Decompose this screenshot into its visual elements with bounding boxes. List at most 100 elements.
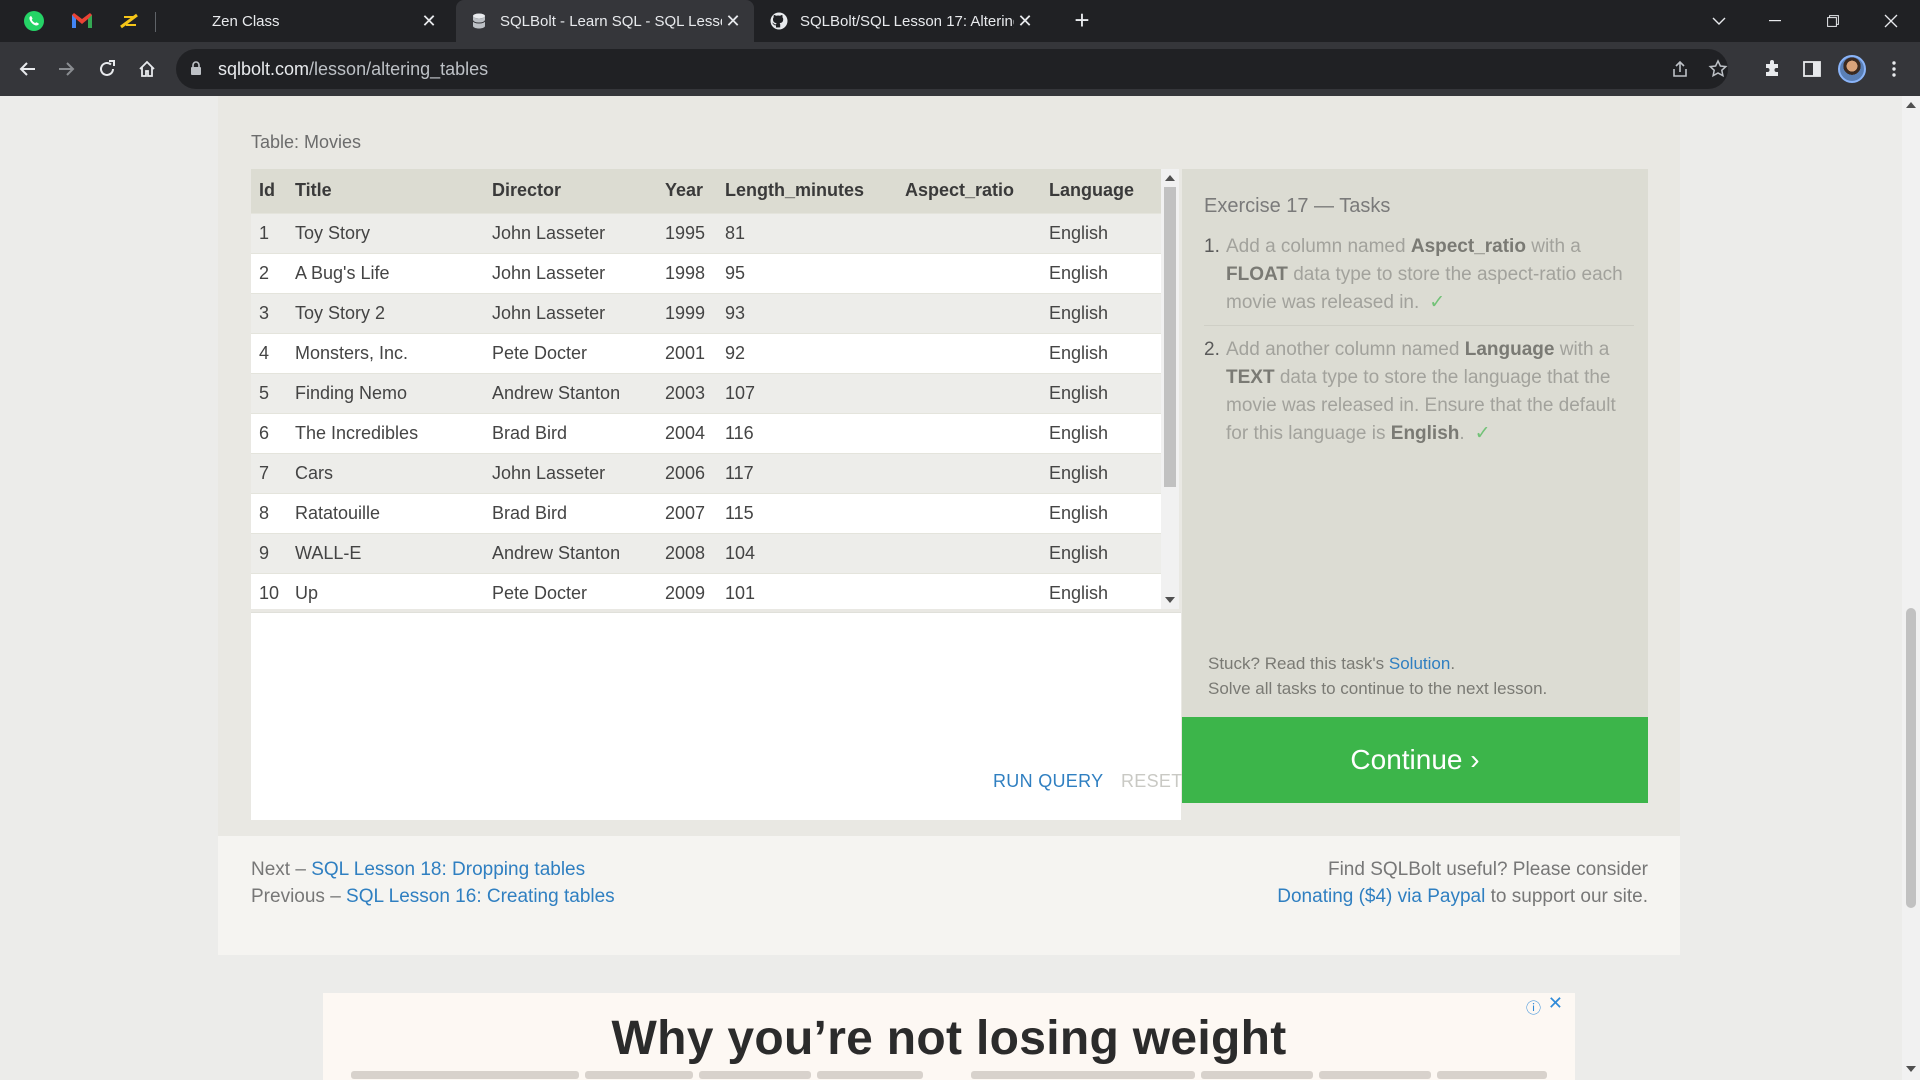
results-scrollbar[interactable] xyxy=(1161,169,1179,609)
tab-title: Zen Class xyxy=(212,12,280,30)
tab-zen-class[interactable]: Zen Class ✕ xyxy=(168,0,450,42)
address-bar[interactable]: sqlbolt.com/lesson/altering_tables xyxy=(176,49,1728,89)
home-button[interactable] xyxy=(132,54,162,84)
advertisement-banner[interactable]: Why you’re not losing weight ⓘ ✕ xyxy=(323,993,1575,1080)
table-cell: Brad Bird xyxy=(484,412,657,453)
table-cell: Pete Docter xyxy=(484,572,657,609)
tab-search-chevron-icon[interactable] xyxy=(1696,0,1742,42)
scroll-up-arrow-icon[interactable] xyxy=(1165,175,1175,181)
column-header: Language xyxy=(1041,169,1161,213)
table-cell: 2004 xyxy=(657,412,717,453)
table-cell: Cars xyxy=(287,452,484,493)
table-row: 8 Ratatouille Brad Bird 2007 115 English xyxy=(251,492,1161,533)
ad-decoration xyxy=(971,1071,1195,1079)
gmail-pinned-tab[interactable] xyxy=(62,5,102,37)
scrollbar-thumb[interactable] xyxy=(1164,187,1176,487)
run-query-button[interactable]: RUN QUERY xyxy=(993,771,1103,792)
donate-suffix: to support our site. xyxy=(1485,886,1648,907)
ad-decoration xyxy=(1201,1071,1313,1079)
exercise-area: Table: Movies Id Title Director Year Len… xyxy=(218,96,1680,836)
close-window-icon[interactable] xyxy=(1868,0,1914,42)
close-icon[interactable]: ✕ xyxy=(722,10,744,32)
share-icon[interactable] xyxy=(1668,57,1692,81)
back-button[interactable] xyxy=(12,54,42,84)
task-keyword: TEXT xyxy=(1226,367,1275,388)
minimize-icon[interactable] xyxy=(1752,0,1798,42)
ad-headline[interactable]: Why you’re not losing weight xyxy=(323,1011,1575,1066)
reload-button[interactable] xyxy=(92,54,122,84)
whatsapp-pinned-tab[interactable] xyxy=(14,5,54,37)
page-scrollbar[interactable] xyxy=(1902,96,1920,1080)
table-cell: 2003 xyxy=(657,372,717,413)
new-tab-button[interactable]: + xyxy=(1068,7,1096,35)
table-cell: English xyxy=(1041,492,1161,533)
table-cell: Finding Nemo xyxy=(287,372,484,413)
ad-info-icon[interactable]: ⓘ xyxy=(1526,997,1541,1018)
query-results[interactable]: Id Title Director Year Length_minutes As… xyxy=(251,169,1179,609)
column-header: Id xyxy=(251,169,287,213)
url-domain: sqlbolt.com xyxy=(218,59,310,79)
donate-link[interactable]: Donating ($4) via Paypal xyxy=(1277,886,1485,907)
table-cell: 92 xyxy=(717,332,897,373)
side-panel-icon[interactable] xyxy=(1797,54,1827,84)
table-cell: 101 xyxy=(717,572,897,609)
ad-close-icon[interactable]: ✕ xyxy=(1548,993,1563,1014)
close-icon[interactable]: ✕ xyxy=(418,10,440,32)
bookmark-star-icon[interactable] xyxy=(1706,57,1730,81)
table-cell xyxy=(897,252,1041,293)
zen-class-favicon xyxy=(182,12,200,30)
scroll-up-arrow-icon[interactable] xyxy=(1906,102,1916,108)
url-text: sqlbolt.com/lesson/altering_tables xyxy=(218,59,488,80)
scroll-down-arrow-icon[interactable] xyxy=(1906,1066,1916,1072)
table-cell: 4 xyxy=(251,332,287,373)
restore-icon[interactable] xyxy=(1810,0,1856,42)
table-cell: Pete Docter xyxy=(484,332,657,373)
extensions-puzzle-icon[interactable] xyxy=(1757,54,1787,84)
tasks-panel: Exercise 17 — Tasks 1. Add a column name… xyxy=(1182,169,1648,717)
lock-icon[interactable] xyxy=(190,61,202,81)
reset-button[interactable]: RESET xyxy=(1121,771,1183,792)
table-cell: English xyxy=(1041,372,1161,413)
scrollbar-thumb[interactable] xyxy=(1906,608,1916,908)
table-cell: 7 xyxy=(251,452,287,493)
table-cell: The Incredibles xyxy=(287,412,484,453)
donate-text: Find SQLBolt useful? Please consider xyxy=(1327,859,1648,880)
task-text: with a xyxy=(1525,236,1581,257)
sql-editor[interactable]: RUN QUERY RESET xyxy=(251,612,1183,820)
table-cell xyxy=(897,452,1041,493)
scroll-down-arrow-icon[interactable] xyxy=(1165,597,1175,603)
table-cell xyxy=(897,532,1041,573)
continue-button[interactable]: Continue › xyxy=(1182,717,1648,803)
task-keyword: Aspect_ratio xyxy=(1410,236,1526,257)
table-cell xyxy=(897,212,1041,253)
column-header: Length_minutes xyxy=(717,169,897,213)
url-path: /lesson/altering_tables xyxy=(309,59,489,79)
table-cell: 10 xyxy=(251,572,287,609)
previous-lesson-link[interactable]: SQL Lesson 16: Creating tables xyxy=(346,886,615,907)
table-row: 1 Toy Story John Lasseter 1995 81 English xyxy=(251,212,1161,253)
next-lesson-link[interactable]: SQL Lesson 18: Dropping tables xyxy=(311,859,585,880)
task-list: 1. Add a column named Aspect_ratio with … xyxy=(1204,233,1634,466)
page-viewport: Table: Movies Id Title Director Year Len… xyxy=(0,96,1902,1080)
check-icon: ✓ xyxy=(1474,423,1491,444)
solution-link[interactable]: Solution xyxy=(1389,654,1450,673)
forward-arrow-icon xyxy=(59,62,75,76)
table-cell: 2006 xyxy=(657,452,717,493)
help-text: Stuck? Read this task's Solution. Solve … xyxy=(1208,651,1547,701)
kebab-menu-icon[interactable] xyxy=(1879,54,1909,84)
table-row: 3 Toy Story 2 John Lasseter 1999 93 English xyxy=(251,292,1161,333)
close-icon[interactable]: ✕ xyxy=(1014,10,1036,32)
zen-pinned-tab[interactable] xyxy=(110,5,150,37)
tab-strip: Zen Class ✕ SQLBolt - Learn SQL - SQL Le… xyxy=(0,0,1920,42)
table-cell: 2 xyxy=(251,252,287,293)
forward-button[interactable] xyxy=(52,54,82,84)
task-item: 2. Add another column named Language wit… xyxy=(1204,336,1634,456)
column-header: Aspect_ratio xyxy=(897,169,1041,213)
table-cell: 3 xyxy=(251,292,287,333)
table-cell: English xyxy=(1041,572,1161,609)
table-row: 7 Cars John Lasseter 2006 117 English xyxy=(251,452,1161,493)
tab-github-lesson[interactable]: SQLBolt/SQL Lesson 17: Altering ✕ xyxy=(756,0,1046,42)
task-number: 1. xyxy=(1204,236,1220,257)
tab-sqlbolt-lesson[interactable]: SQLBolt - Learn SQL - SQL Lesson ✕ xyxy=(456,0,754,42)
profile-avatar[interactable] xyxy=(1838,55,1866,83)
